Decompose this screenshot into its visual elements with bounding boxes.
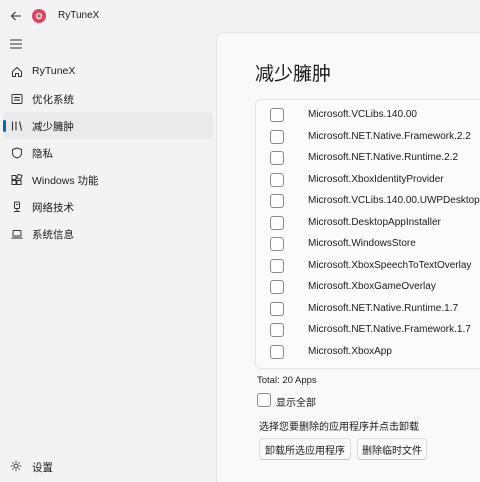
main-content: 减少臃肿 Microsoft.VCLibs.140.00 Microsoft.NE… — [216, 32, 480, 482]
app-checkbox[interactable] — [270, 129, 284, 144]
list-item[interactable]: Microsoft.DesktopAppInstaller — [256, 213, 480, 234]
nav-item-label: 系统信息 — [32, 229, 74, 241]
nav-item-system-info[interactable]: 系统信息 — [3, 220, 213, 247]
app-title: RyTuneX — [58, 10, 100, 21]
app-checkbox[interactable] — [270, 237, 284, 251]
app-name: Microsoft.XboxApp — [308, 345, 392, 357]
app-name: Microsoft.VCLibs.140.00.UWPDesktop — [308, 195, 480, 206]
total-apps-count: Total: 20 Apps — [257, 375, 317, 386]
debloat-icon — [10, 119, 24, 133]
list-item[interactable]: Microsoft.NET.Native.Framework.1.7 — [256, 320, 480, 341]
nav-item-home[interactable]: RyTuneX — [3, 58, 213, 85]
uninstall-selected-button[interactable]: 卸载所选应用程序 — [259, 438, 351, 460]
list-item[interactable]: Microsoft.XboxIdentityProvider — [256, 170, 480, 191]
selection-indicator — [3, 120, 6, 132]
optimize-icon — [10, 92, 24, 106]
show-all-checkbox[interactable]: 显示全部 — [257, 392, 337, 409]
app-name: Microsoft.NET.Native.Framework.1.7 — [308, 324, 471, 335]
app-name: Microsoft.NET.Native.Framework.2.2 — [308, 130, 471, 142]
nav-item-debloat[interactable]: 减少臃肿 — [3, 112, 213, 139]
app-checkbox[interactable] — [270, 151, 284, 165]
page-title: 减少臃肿 — [255, 64, 332, 85]
app-checkbox[interactable] — [270, 280, 284, 294]
app-name: Microsoft.DesktopAppInstaller — [308, 216, 441, 228]
nav-item-settings[interactable]: 设置 — [3, 453, 213, 480]
app-checkbox[interactable] — [270, 108, 284, 122]
back-arrow-icon — [10, 11, 21, 21]
gear-icon — [10, 460, 24, 474]
hamburger-icon — [10, 39, 22, 49]
checkbox-box[interactable] — [257, 393, 271, 407]
app-name: Microsoft.XboxSpeechToTextOverlay — [308, 259, 472, 271]
back-button[interactable] — [8, 8, 24, 24]
app-logo-icon — [32, 9, 46, 23]
app-checkbox[interactable] — [270, 258, 284, 273]
network-icon — [10, 200, 24, 214]
nav-item-label: Windows 功能 — [32, 175, 99, 187]
app-name: Microsoft.XboxIdentityProvider — [308, 173, 444, 185]
list-item[interactable]: Microsoft.XboxGameOverlay — [256, 277, 480, 298]
app-name: Microsoft.XboxGameOverlay — [308, 281, 436, 292]
app-name: Microsoft.NET.Native.Runtime.1.7 — [308, 302, 459, 314]
app-checkbox[interactable] — [270, 301, 284, 316]
list-item[interactable]: Microsoft.NET.Native.Framework.2.2 — [256, 127, 480, 148]
list-item[interactable]: Microsoft.NET.Native.Runtime.1.7 — [256, 299, 480, 320]
nav-item-privacy[interactable]: 隐私 — [3, 139, 213, 166]
nav-item-label: 网络技术 — [32, 202, 74, 214]
list-item[interactable]: Microsoft.XboxSpeechToTextOverlay — [256, 256, 480, 277]
app-checkbox[interactable] — [270, 344, 284, 359]
list-item[interactable]: Microsoft.WindowsStore — [256, 234, 480, 255]
app-checkbox[interactable] — [270, 172, 284, 187]
list-item[interactable]: Microsoft.NET.Native.Runtime.2.2 — [256, 148, 480, 169]
list-item[interactable]: Microsoft.VCLibs.140.00 — [256, 105, 480, 126]
show-all-label: 显示全部 — [276, 398, 316, 409]
title-bar: RyTuneX — [0, 0, 480, 32]
app-checkbox[interactable] — [270, 215, 284, 230]
nav-item-windows-features[interactable]: Windows 功能 — [3, 166, 213, 193]
nav-item-label: RyTuneX — [32, 65, 76, 77]
menu-toggle-button[interactable] — [8, 36, 24, 52]
nav-item-label: 优化系统 — [32, 94, 74, 106]
home-icon — [10, 65, 24, 79]
apps-grid-icon — [10, 173, 24, 187]
sidebar-nav: RyTuneX 优化系统 减少臃肿 隐私 Windows 功能 网络技术 系统信… — [0, 58, 216, 247]
app-list[interactable]: Microsoft.VCLibs.140.00 Microsoft.NET.Nat… — [255, 99, 480, 369]
delete-temp-files-button[interactable]: 删除临时文件 — [357, 438, 427, 460]
app-name: Microsoft.WindowsStore — [308, 238, 416, 249]
nav-item-label: 隐私 — [32, 148, 53, 160]
list-item[interactable]: Microsoft.VCLibs.140.00.UWPDesktop — [256, 191, 480, 212]
app-checkbox[interactable] — [270, 323, 284, 337]
nav-item-label: 减少臃肿 — [32, 121, 74, 133]
app-checkbox[interactable] — [270, 194, 284, 208]
app-name: Microsoft.NET.Native.Runtime.2.2 — [308, 152, 459, 163]
laptop-icon — [10, 227, 24, 241]
app-name: Microsoft.VCLibs.140.00 — [308, 109, 417, 120]
settings-label: 设置 — [32, 462, 53, 474]
nav-item-network[interactable]: 网络技术 — [3, 193, 213, 220]
instruction-text: 选择您要删除的应用程序并点击卸载 — [259, 422, 419, 433]
shield-icon — [10, 146, 24, 160]
list-item[interactable]: Microsoft.XboxApp — [256, 342, 480, 363]
nav-item-optimize[interactable]: 优化系统 — [3, 85, 213, 112]
